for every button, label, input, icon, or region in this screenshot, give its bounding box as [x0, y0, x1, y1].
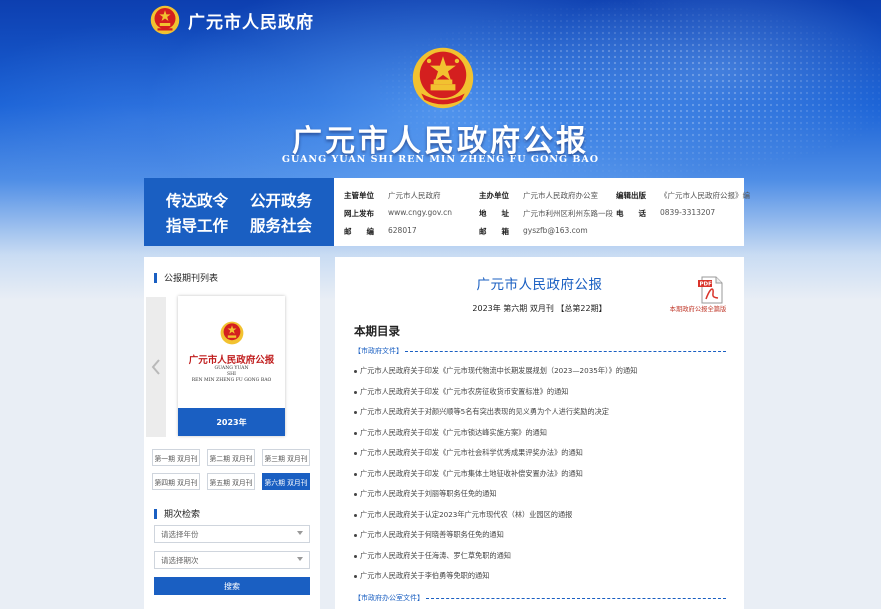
sidebar: 公报期刊列表 广元市人民政府公报 GUANG YUAN SHI REN MIN … [144, 257, 320, 609]
search-title: 期次检索 [164, 510, 201, 520]
issue-button-4[interactable]: 第四期 双月刊 [152, 473, 200, 490]
issue-buttons: 第一期 双月刊 第二期 双月刊 第三期 双月刊 第四期 双月刊 第五期 双月刊 … [152, 449, 312, 490]
toc-title: 本期目录 [354, 324, 400, 338]
cover-year: 2023年 [178, 408, 285, 436]
issue-button-6[interactable]: 第六期 双月刊 [262, 473, 310, 490]
cover-title: 广元市人民政府公报 [188, 355, 275, 366]
info-postcode: 邮 编 628017 [344, 226, 417, 236]
toc-item[interactable]: 广元市人民政府关于何晓善等职务任免的通知 [354, 530, 724, 540]
info-email: 邮 箱 gyszfb@163.com [479, 226, 588, 236]
chevron-down-icon [297, 531, 303, 535]
gazette-subtitle: GUANG YUAN SHI REN MIN ZHENG FU GONG BAO [281, 154, 600, 165]
publication-info-bar: 传达政令 公开政务 指导工作 服务社会 主管单位 广元市人民政府 主办单位 广元市人… [144, 178, 750, 246]
toc-item[interactable]: 广元市人民政府关于认定2023年广元市现代农（林）业园区的通报 [354, 510, 724, 520]
toc-item[interactable]: 广元市人民政府关于印发《广元市现代物流中长期发展规划（2023—2035年）》的… [354, 366, 724, 376]
pdf-icon[interactable]: PDF [696, 275, 726, 305]
chevron-left-icon [151, 359, 160, 375]
toc-item[interactable]: 广元市人民政府关于印发《广元市集体土地征收补偿安置办法》的通知 [354, 469, 724, 479]
slogan-text: 传达政令 [166, 190, 229, 210]
publication-info: 主管单位 广元市人民政府 主办单位 广元市人民政府办公室 编辑出版 《广元市人民政府公… [334, 178, 750, 246]
info-phone: 电 话 0839-3313207 [616, 208, 716, 218]
issue-list-title: 公报期刊列表 [164, 274, 219, 284]
info-publisher: 编辑出版 《广元市人民政府公报》编 [616, 191, 750, 200]
cover-subtitle: GUANG YUAN SHI REN MIN ZHENG FU GONG BAO [191, 366, 272, 383]
svg-text:PDF: PDF [700, 282, 713, 288]
national-emblem-icon [150, 5, 180, 35]
toc-item[interactable]: 广元市人民政府关于李伯勇等免职的通知 [354, 571, 724, 581]
national-emblem-icon [220, 321, 244, 345]
issue-select[interactable]: 请选择期次 [154, 551, 310, 569]
category-label: 【市政府文件】 [354, 346, 726, 356]
main-content: 广元市人民政府公报 2023年 第六期 双月刊 【总第22期】 PDF 本期政府… [335, 257, 744, 609]
info-website[interactable]: 网上发布 www.cngy.gov.cn [344, 208, 452, 219]
info-sponsor: 主管单位 广元市人民政府 [344, 191, 441, 200]
pdf-download-link[interactable]: 本期政府公报全篇版 [657, 304, 739, 313]
issue-button-1[interactable]: 第一期 双月刊 [152, 449, 200, 466]
search-button[interactable]: 搜索 [154, 577, 310, 595]
toc-item[interactable]: 广元市人民政府关于印发《广元市农房征收货币安置标准》的通知 [354, 387, 724, 397]
toc-item[interactable]: 广元市人民政府关于刘丽等职务任免的通知 [354, 489, 724, 499]
carousel-prev-button[interactable] [146, 297, 166, 437]
slogan-text: 公开政务 [250, 190, 313, 210]
toc-item[interactable]: 广元市人民政府关于任海涛、罗仁草免职的通知 [354, 551, 724, 561]
chevron-down-icon [297, 557, 303, 561]
content-title: 广元市人民政府公报 [476, 277, 603, 293]
site-logo[interactable]: 广元市人民政府 [150, 4, 314, 36]
site-title: 广元市人民政府 [188, 12, 314, 33]
search-header: 期次检索 [154, 507, 200, 520]
toc-item[interactable]: 广元市人民政府关于印发《广元市社会科学优秀成果评奖办法》的通知 [354, 448, 724, 458]
issue-button-3[interactable]: 第三期 双月刊 [262, 449, 310, 466]
info-organizer: 主办单位 广元市人民政府办公室 [479, 191, 598, 200]
issue-cover[interactable]: 广元市人民政府公报 GUANG YUAN SHI REN MIN ZHENG F… [178, 296, 285, 436]
issue-button-5[interactable]: 第五期 双月刊 [207, 473, 255, 490]
issue-list-header: 公报期刊列表 [154, 271, 218, 284]
info-address: 地 址广元市利州区利州东路一段 [479, 209, 613, 218]
issue-button-2[interactable]: 第二期 双月刊 [207, 449, 255, 466]
category-label: 【市政府办公室文件】 [354, 593, 726, 603]
slogan-text: 指导工作 [166, 215, 229, 235]
year-select[interactable]: 请选择年份 [154, 525, 310, 543]
slogan-text: 服务社会 [250, 215, 313, 235]
toc-item[interactable]: 广元市人民政府关于对颜兴顺等5名有突出表现的见义勇为个人进行奖励的决定 [354, 407, 724, 417]
slogan-block: 传达政令 公开政务 指导工作 服务社会 [144, 178, 334, 246]
toc-item[interactable]: 广元市人民政府关于印发《广元市锁达峰实施方案》的通知 [354, 428, 724, 438]
national-emblem-icon [412, 47, 474, 109]
